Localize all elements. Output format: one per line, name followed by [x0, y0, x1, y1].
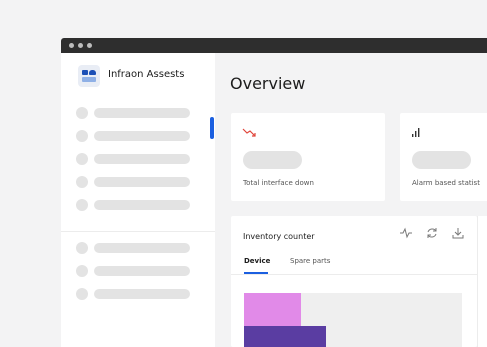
bar-chart-icon — [412, 128, 420, 137]
trend-down-icon — [242, 128, 256, 137]
kpi-value-placeholder — [243, 151, 302, 169]
chart-bar[interactable] — [244, 293, 301, 326]
window-control-dot[interactable] — [87, 43, 92, 48]
tab-spare-parts[interactable]: Spare parts — [290, 257, 330, 265]
sidebar-divider — [61, 231, 215, 232]
window-control-dot[interactable] — [78, 43, 83, 48]
refresh-icon[interactable] — [426, 227, 438, 239]
inventory-counter-card: Inventory counter Device Spare parts — [231, 216, 477, 347]
download-icon[interactable] — [452, 227, 464, 239]
kpi-card-interface-down[interactable]: Total interface down — [231, 113, 385, 201]
window-titlebar — [61, 38, 487, 53]
app-window: Infraon Assests Overview Total interface… — [61, 38, 487, 347]
kpi-label: Alarm based statist — [412, 179, 480, 187]
kpi-card-alarm-stats[interactable]: Alarm based statist — [400, 113, 487, 201]
infraon-logo-icon — [78, 65, 100, 87]
chart-bar[interactable] — [244, 326, 326, 347]
activity-icon[interactable] — [400, 227, 412, 239]
inventory-chart-area — [244, 293, 462, 347]
kpi-value-placeholder — [412, 151, 471, 169]
page-title: Overview — [230, 74, 306, 93]
tab-device[interactable]: Device — [244, 257, 270, 265]
kpi-label: Total interface down — [243, 179, 314, 187]
next-card-edge — [477, 216, 487, 347]
tabs-divider — [231, 274, 477, 275]
window-control-dot[interactable] — [69, 43, 74, 48]
inventory-title: Inventory counter — [243, 232, 315, 241]
brand-name: Infraon Assests — [108, 69, 185, 80]
sidebar-active-indicator — [210, 117, 214, 139]
sidebar: Infraon Assests — [61, 53, 215, 347]
